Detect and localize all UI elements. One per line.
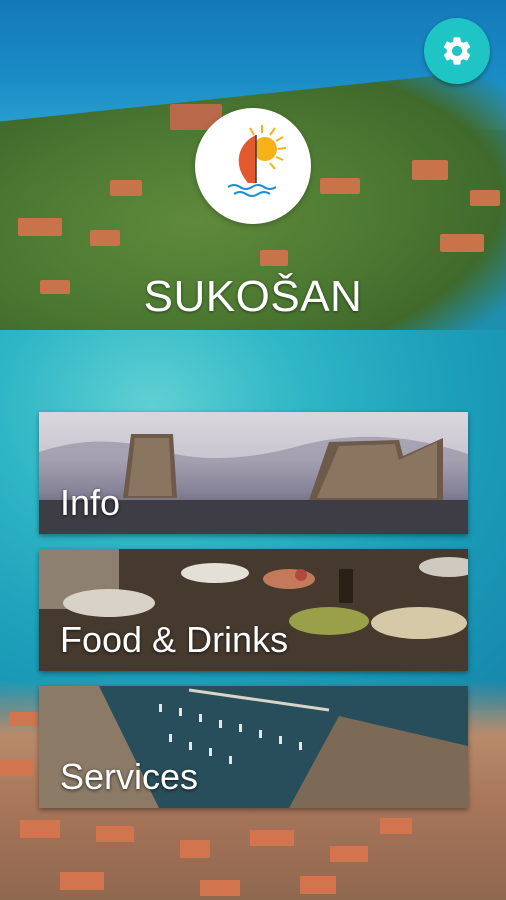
menu-item-label: Food & Drinks [60, 619, 289, 660]
gear-icon [443, 37, 471, 65]
sailboat-sun-logo-icon [227, 125, 287, 197]
menu-item-label: Info [60, 482, 121, 523]
menu-item-label: Services [60, 756, 199, 797]
menu-item-info[interactable]: Info [39, 412, 468, 534]
app-title: SUKOŠAN [143, 272, 363, 321]
app-logo [195, 108, 311, 224]
menu-item-services[interactable]: Services [39, 686, 468, 808]
menu-item-food-drinks[interactable]: Food & Drinks [39, 549, 468, 671]
settings-button[interactable] [424, 18, 490, 84]
